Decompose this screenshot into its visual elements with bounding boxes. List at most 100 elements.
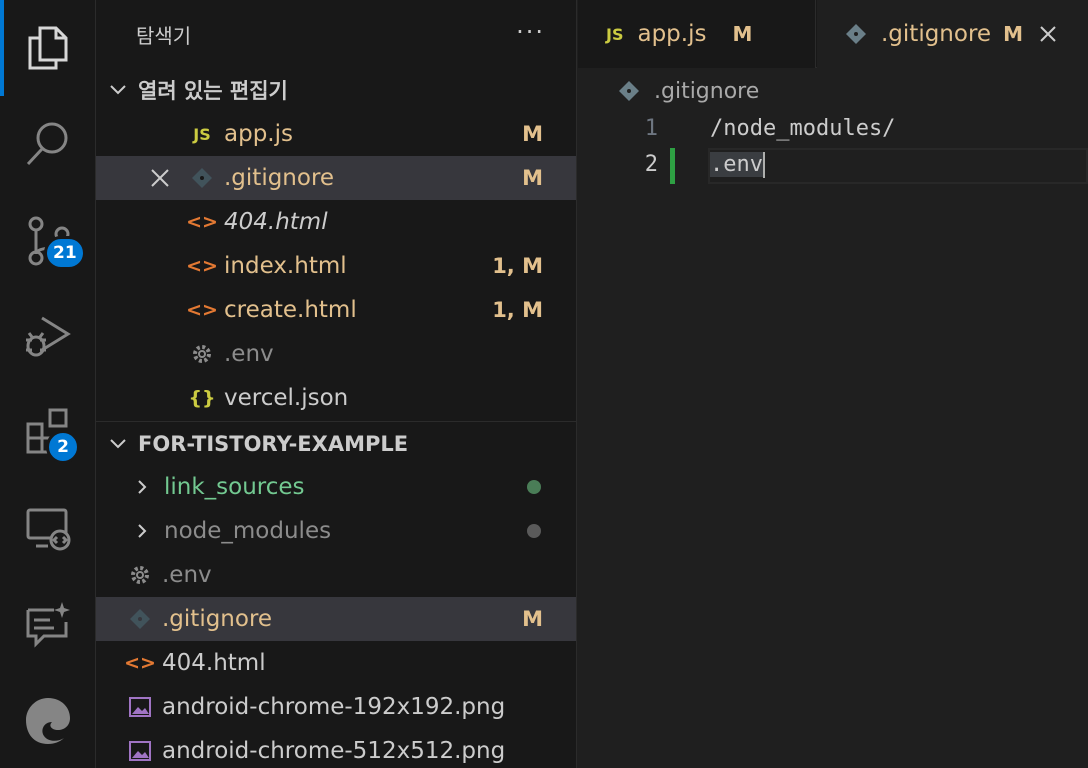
html-file-icon: <> (186, 211, 218, 233)
current-line-highlight (708, 148, 1088, 184)
editor-area: JS app.js M .gitignore M .gitignore 1 /n… (578, 0, 1088, 768)
added-gutter-marker (670, 148, 675, 184)
tab-modified-mark: M (732, 22, 753, 46)
line-text: .env (710, 152, 763, 177)
close-icon[interactable] (146, 164, 174, 192)
project-folder-title: FOR-TISTORY-EXAMPLE (138, 431, 409, 456)
html-file-icon: <> (186, 299, 218, 321)
tree-file-item[interactable]: <> 404.html (96, 641, 576, 685)
open-editor-item[interactable]: <> 404.html (96, 200, 576, 244)
remote-explorer-icon (26, 508, 71, 551)
file-name: .env (162, 562, 212, 588)
project-folder-header[interactable]: FOR-TISTORY-EXAMPLE (96, 421, 576, 465)
search-icon (26, 122, 68, 166)
html-file-icon: <> (124, 652, 156, 674)
javascript-file-icon: JS (193, 124, 211, 144)
search-button[interactable] (0, 96, 96, 192)
chat-button[interactable] (0, 576, 96, 672)
chevron-right-icon (128, 478, 156, 496)
chat-sparkle-icon (26, 602, 70, 648)
file-name: 404.html (162, 650, 266, 676)
javascript-file-icon: JS (606, 24, 624, 44)
folder-name: node_modules (164, 518, 332, 544)
git-status: M (522, 166, 543, 190)
chevron-right-icon (128, 522, 156, 540)
file-name: vercel.json (224, 385, 349, 411)
file-name: android-chrome-192x192.png (162, 694, 506, 720)
run-debug-button[interactable] (0, 288, 96, 384)
explorer-button[interactable] (0, 0, 96, 96)
file-name: .gitignore (224, 165, 335, 191)
git-status: 1, M (492, 254, 543, 278)
open-editor-item[interactable]: JS app.js M (96, 112, 576, 156)
tree-file-item[interactable]: android-chrome-192x192.png (96, 685, 576, 729)
tab-bar: JS app.js M .gitignore M (578, 0, 1088, 68)
file-name: 404.html (224, 209, 328, 235)
image-file-icon (126, 740, 154, 762)
tab-app-js[interactable]: JS app.js M (578, 0, 816, 68)
breadcrumb-file: .gitignore (654, 78, 760, 104)
line-text: /node_modules/ (710, 116, 896, 141)
untracked-dot (527, 480, 541, 494)
explorer-sidebar: 탐색기 ··· 열려 있는 편집기 JS app.js M .gitignore… (96, 0, 577, 768)
git-file-icon (188, 167, 216, 189)
tab-label: .gitignore (881, 21, 992, 47)
open-editor-item[interactable]: <> create.html 1, M (96, 288, 576, 332)
line-number: 2 (644, 152, 658, 177)
file-name: .env (224, 341, 274, 367)
source-control-button[interactable]: 21 (0, 192, 96, 288)
file-name: index.html (224, 253, 347, 279)
git-file-icon (845, 23, 867, 45)
line-number: 1 (644, 116, 658, 141)
file-name: app.js (224, 121, 293, 147)
open-editors-header[interactable]: 열려 있는 편집기 (96, 68, 576, 112)
file-name: android-chrome-512x512.png (162, 738, 506, 764)
image-file-icon (126, 696, 154, 718)
edge-browser-icon (26, 698, 70, 744)
json-file-icon: {} (188, 387, 216, 409)
scm-badge: 21 (44, 236, 86, 270)
git-status: M (522, 122, 543, 146)
code-line[interactable]: 2 .env (578, 148, 1088, 184)
git-file-icon (126, 608, 154, 630)
git-status: 1, M (492, 298, 543, 322)
gear-icon (188, 343, 216, 365)
remote-explorer-button[interactable] (0, 480, 96, 576)
tree-folder-item[interactable]: node_modules (96, 509, 576, 553)
open-editors-title: 열려 있는 편집기 (138, 79, 288, 103)
tab-gitignore[interactable]: .gitignore M (817, 0, 1088, 68)
close-icon[interactable] (1037, 23, 1059, 45)
git-status: M (522, 607, 543, 631)
code-line[interactable]: 1 /node_modules/ (578, 112, 1088, 148)
open-editor-item[interactable]: .env (96, 332, 576, 376)
line-text-wrap: .env (710, 152, 765, 178)
edge-tools-button[interactable] (0, 672, 96, 768)
file-name: .gitignore (162, 606, 273, 632)
tab-label: app.js (637, 21, 707, 47)
folder-name: link_sources (164, 474, 305, 500)
tree-file-item[interactable]: .gitignore M (96, 597, 576, 641)
tab-modified-mark: M (1003, 22, 1023, 46)
tree-file-item[interactable]: .env (96, 553, 576, 597)
sidebar-header: 탐색기 ··· (96, 0, 576, 68)
file-name: create.html (224, 297, 357, 323)
ignored-dot (527, 524, 541, 538)
open-editor-item[interactable]: <> index.html 1, M (96, 244, 576, 288)
html-file-icon: <> (186, 255, 218, 277)
git-file-icon (619, 81, 639, 101)
breadcrumb[interactable]: .gitignore (578, 72, 759, 110)
sidebar-title: 탐색기 (136, 23, 192, 48)
files-icon (28, 26, 68, 70)
run-debug-icon (26, 316, 71, 357)
chevron-down-icon (98, 80, 138, 100)
chevron-down-icon (98, 434, 138, 454)
text-cursor (762, 152, 765, 178)
tree-file-item[interactable]: android-chrome-512x512.png (96, 729, 576, 768)
tree-folder-item[interactable]: link_sources (96, 465, 576, 509)
open-editor-item[interactable]: {} vercel.json (96, 376, 576, 420)
extensions-button[interactable]: 2 (0, 384, 96, 480)
gear-icon (126, 564, 154, 586)
extensions-badge: 2 (46, 430, 80, 464)
more-actions-button[interactable]: ··· (516, 20, 545, 44)
open-editor-item[interactable]: .gitignore M (96, 156, 576, 200)
